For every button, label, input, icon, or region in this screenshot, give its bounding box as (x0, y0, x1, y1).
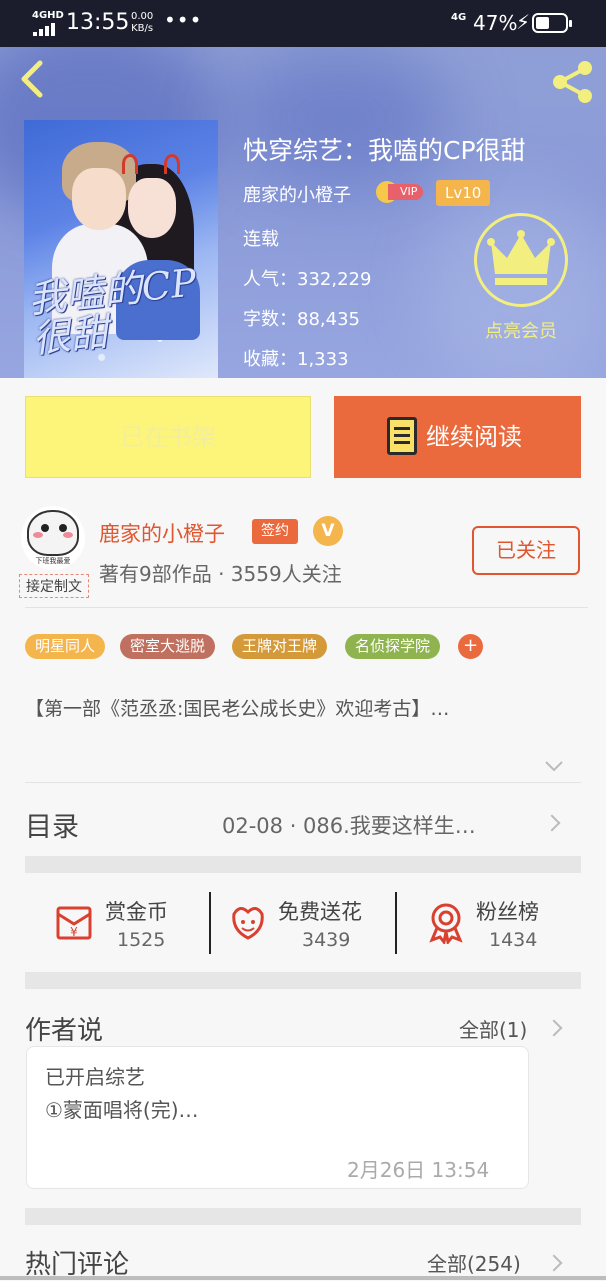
continue-reading-button[interactable]: 继续阅读 (334, 396, 581, 478)
expand-chevron-icon[interactable] (544, 758, 564, 772)
section-divider (25, 972, 581, 989)
svg-text:¥: ¥ (70, 925, 78, 939)
follow-button[interactable]: 已关注 (472, 526, 580, 575)
tag-chip[interactable]: 密室大逃脱 (120, 634, 216, 659)
tag-chip[interactable]: 王牌对王牌 (232, 634, 328, 659)
more-status-icon: ••• (164, 8, 203, 32)
share-icon (553, 61, 592, 103)
book-author[interactable]: 鹿家的小橙子 (243, 181, 351, 207)
announcement-time: 2月26日 13:54 (347, 1158, 490, 1182)
status-bar: 4GHD 13:55 0.00 KB/s ••• 4G 47% ⚡ (0, 0, 606, 47)
divider (25, 607, 588, 608)
popularity: 人气：332,229 (243, 269, 372, 290)
verified-badge-icon: V (313, 516, 343, 546)
favorites-count: 收藏：1,333 (243, 349, 349, 370)
divider (209, 892, 211, 954)
custom-order-tag: 接定制文 (19, 574, 89, 598)
back-button[interactable] (12, 57, 52, 101)
word-count: 字数：88,435 (243, 309, 360, 330)
divider (25, 782, 581, 783)
section-divider (25, 1208, 581, 1225)
latest-chapter[interactable]: 02-08 · 086.我要这样生… (222, 810, 476, 840)
network-4g-label: 4G (451, 12, 467, 23)
stat-value: 1525 (117, 929, 166, 951)
book-cover[interactable]: 我嗑的CP很甜 (24, 120, 218, 378)
author-works-info: 著有9部作品 · 3559人关注 (99, 562, 342, 586)
announcement-text: ①蒙面唱将(完)… (45, 1098, 199, 1122)
medal-icon[interactable] (424, 900, 468, 944)
book-title: 快穿综艺：我嗑的CP很甜 (243, 136, 526, 165)
back-arrow-icon (21, 60, 43, 98)
bottom-bar-edge (0, 1276, 606, 1280)
battery-percent: 47% (473, 11, 518, 35)
chevron-right-icon[interactable] (545, 1254, 563, 1272)
tag-chip[interactable]: 明星同人 (25, 634, 106, 659)
flower-icon[interactable] (226, 900, 270, 944)
charging-icon: ⚡ (516, 10, 531, 34)
in-bookshelf-button[interactable]: 已在书架 (25, 396, 311, 478)
network-speed: 0.00 KB/s (131, 11, 154, 34)
author-avatar[interactable]: 下班我最爱 (21, 506, 85, 570)
signed-badge: 签约 (252, 519, 298, 544)
add-tag-button[interactable]: + (458, 634, 483, 659)
network-label: 4GHD (32, 10, 64, 21)
stat-value: 3439 (302, 929, 351, 951)
author-says-all-link[interactable]: 全部(1) (459, 1014, 527, 1043)
section-divider (25, 856, 581, 873)
share-button[interactable] (548, 57, 598, 107)
serial-status: 连载 (243, 229, 279, 250)
signal-icon (33, 22, 59, 36)
money-envelope-icon[interactable]: ¥ (52, 900, 96, 944)
book-header: 我嗑的CP很甜 快穿综艺：我嗑的CP很甜 鹿家的小橙子 VIP Lv10 连载 … (0, 47, 606, 378)
stat-label[interactable]: 赏金币 (105, 896, 168, 926)
crown-icon (487, 230, 555, 285)
comments-all-link[interactable]: 全部(254) (427, 1248, 521, 1277)
stat-value: 1434 (489, 929, 538, 951)
author-name[interactable]: 鹿家的小橙子 (99, 518, 225, 548)
member-button[interactable] (474, 213, 568, 307)
book-icon (387, 417, 417, 455)
battery-icon (532, 13, 572, 33)
divider (395, 892, 397, 954)
announcement-text: 已开启综艺 (45, 1065, 145, 1089)
author-says-title: 作者说 (25, 1016, 104, 1046)
chevron-right-icon[interactable] (545, 1019, 563, 1037)
tag-chip[interactable]: 名侦探学院 (345, 634, 441, 659)
toc-label[interactable]: 目录 (25, 805, 79, 844)
stat-label[interactable]: 免费送花 (278, 896, 362, 926)
book-intro[interactable]: 【第一部《范丞丞:国民老公成长史》欢迎考古】… (25, 697, 581, 721)
member-label[interactable]: 点亮会员 (466, 317, 576, 343)
level-badge: Lv10 (436, 180, 491, 206)
stat-label[interactable]: 粉丝榜 (476, 896, 539, 926)
toc-chevron-icon[interactable] (543, 814, 561, 832)
clock: 13:55 (66, 10, 130, 35)
